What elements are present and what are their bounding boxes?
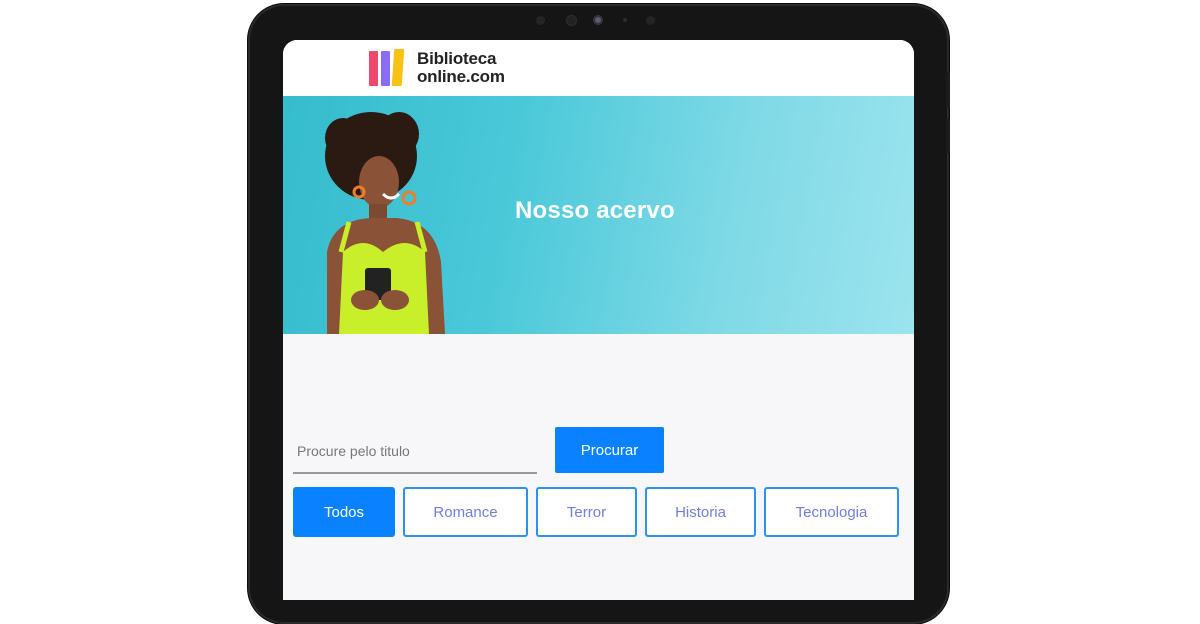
- hero-banner: Nosso acervo: [283, 96, 914, 334]
- sensor-dot: [623, 18, 627, 22]
- search-button[interactable]: Procurar: [555, 427, 664, 473]
- sensor-dot: [536, 16, 545, 25]
- site-logo[interactable]: Biblioteca online.com: [369, 48, 529, 90]
- brand-name: Biblioteca online.com: [417, 50, 505, 86]
- brand-line-1: Biblioteca: [417, 49, 497, 68]
- filter-chip-terror[interactable]: Terror: [536, 487, 637, 537]
- filter-chip-todos[interactable]: Todos: [293, 487, 395, 537]
- logo-book-icon: [369, 51, 378, 86]
- hero-person-image: [325, 112, 445, 334]
- site-header: Biblioteca online.com: [283, 40, 914, 96]
- volume-down-button: [946, 118, 950, 154]
- logo-book-icon: [391, 49, 405, 86]
- sensor-dot: [566, 15, 577, 26]
- tablet-screen: Biblioteca online.com Nosso acervo Procu…: [283, 40, 914, 600]
- filter-chip-tecnologia[interactable]: Tecnologia: [764, 487, 899, 537]
- hero-title: Nosso acervo: [515, 197, 675, 224]
- filter-chip-romance[interactable]: Romance: [403, 487, 528, 537]
- logo-book-icon: [381, 51, 390, 86]
- search-input[interactable]: [293, 430, 537, 474]
- filter-chip-historia[interactable]: Historia: [645, 487, 756, 537]
- camera-bar: [536, 13, 660, 27]
- brand-line-2: online.com: [417, 67, 505, 86]
- sensor-dot: [646, 16, 655, 25]
- volume-up-button: [946, 72, 950, 108]
- camera-icon: [593, 15, 603, 25]
